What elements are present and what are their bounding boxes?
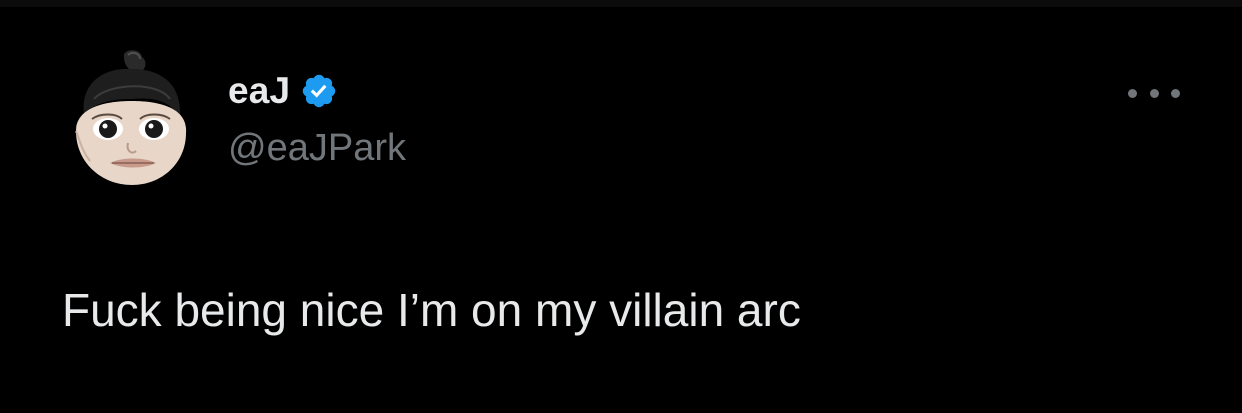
avatar[interactable] [62, 47, 198, 197]
author-handle[interactable]: @eaJPark [228, 127, 406, 170]
verified-badge-icon[interactable] [300, 72, 338, 110]
more-horizontal-icon [1128, 88, 1137, 98]
more-horizontal-icon-dot [1171, 88, 1180, 98]
author-display-name[interactable]: eaJ [228, 70, 290, 112]
more-horizontal-icon-dot [1149, 88, 1159, 98]
tweet-text: Fuck being nice I’m on my villain arc [62, 284, 801, 336]
top-strip [0, 0, 1242, 7]
author-name-row[interactable]: eaJ [228, 69, 338, 113]
more-options-button[interactable] [1128, 81, 1180, 105]
tweet-card[interactable]: eaJ @eaJPark Fuck being nice I’m on my v… [0, 7, 1242, 413]
